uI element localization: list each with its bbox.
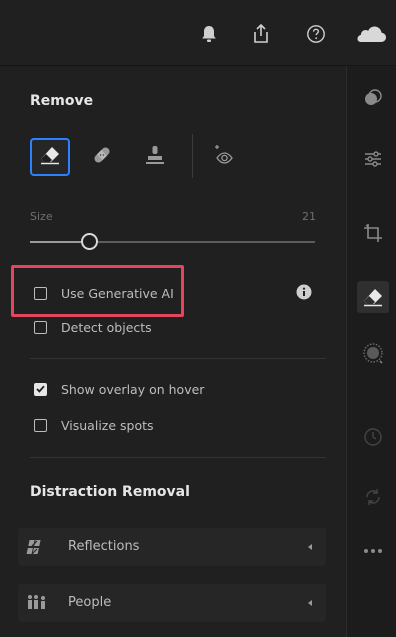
remove-title: Remove: [30, 93, 94, 109]
visualize-spots-checkbox[interactable]: [34, 418, 47, 432]
people-icon: [26, 594, 45, 612]
visualize-spots-label: Visualize spots: [61, 417, 154, 433]
caret-left-icon: [308, 544, 312, 550]
masking-icon[interactable]: [357, 337, 389, 369]
crop-icon[interactable]: [357, 217, 389, 249]
edit-sliders-icon[interactable]: [357, 143, 389, 175]
heal-bandage-icon: [91, 144, 113, 170]
use-generative-ai-option[interactable]: Use Generative AI: [34, 283, 174, 303]
reflections-icon: [26, 538, 44, 556]
cloud-icon[interactable]: [356, 22, 396, 46]
detect-objects-label: Detect objects: [61, 319, 152, 335]
show-overlay-label: Show overlay on hover: [61, 381, 205, 397]
show-overlay-checkbox[interactable]: [34, 382, 47, 396]
remove-tool-button[interactable]: [30, 138, 70, 176]
section-divider: [30, 457, 326, 458]
presets-icon[interactable]: [357, 82, 389, 114]
more-icon[interactable]: [357, 535, 389, 567]
detect-objects-checkbox[interactable]: [34, 320, 47, 334]
red-eye-tool-button[interactable]: [204, 138, 244, 176]
size-slider-track[interactable]: [30, 241, 315, 243]
remove-eraser-icon: [39, 145, 61, 169]
size-value: 21: [302, 210, 316, 223]
caret-left-icon: [308, 600, 312, 606]
reflections-label: Reflections: [68, 539, 140, 554]
tool-rail: [346, 67, 396, 637]
clone-stamp-icon: [144, 144, 166, 170]
info-icon[interactable]: [296, 284, 312, 300]
heal-tool-button[interactable]: [82, 138, 122, 176]
detect-objects-option[interactable]: Detect objects: [34, 317, 152, 337]
people-label: People: [68, 595, 112, 610]
checkmark-icon: [36, 385, 45, 393]
history-icon[interactable]: [357, 421, 389, 453]
size-slider-fill: [30, 241, 82, 243]
versions-icon[interactable]: [357, 481, 389, 513]
red-eye-icon: [211, 143, 237, 171]
bell-icon[interactable]: [197, 22, 221, 46]
clone-tool-button[interactable]: [135, 138, 175, 176]
top-toolbar: [0, 0, 396, 66]
visualize-spots-option[interactable]: Visualize spots: [34, 415, 154, 435]
size-label: Size: [30, 210, 53, 223]
help-icon[interactable]: [304, 22, 328, 46]
share-icon[interactable]: [249, 22, 273, 46]
use-generative-ai-checkbox[interactable]: [34, 286, 47, 300]
show-overlay-option[interactable]: Show overlay on hover: [34, 379, 204, 399]
distraction-removal-title: Distraction Removal: [30, 484, 190, 500]
use-generative-ai-label: Use Generative AI: [61, 285, 174, 301]
tool-separator: [192, 134, 193, 178]
size-slider-rest: [98, 241, 315, 243]
reflections-accordion[interactable]: Reflections: [18, 528, 326, 566]
eraser-icon[interactable]: [357, 281, 389, 313]
options-divider: [30, 358, 326, 359]
people-accordion[interactable]: People: [18, 584, 326, 622]
